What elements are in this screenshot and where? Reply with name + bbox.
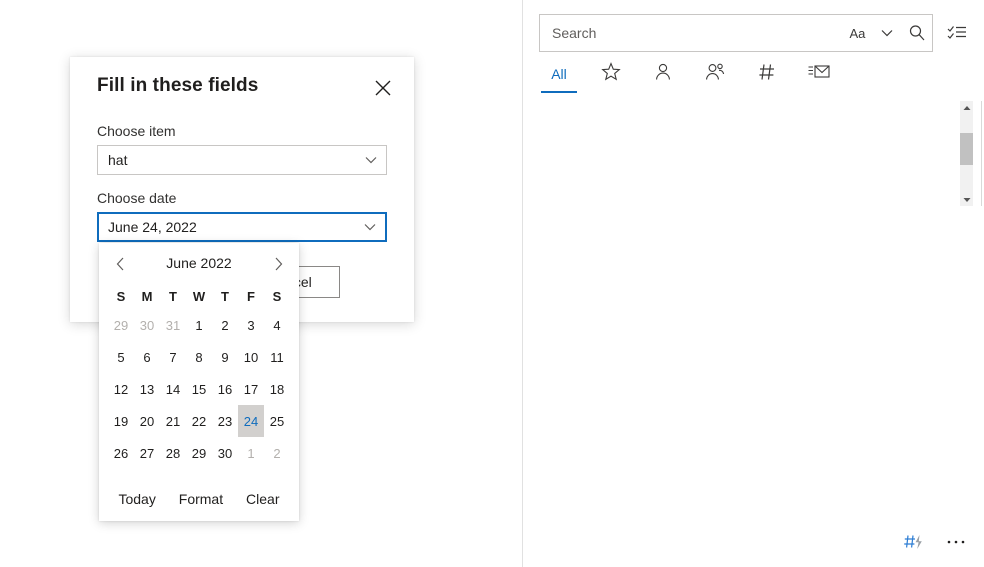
calendar-day[interactable]: 19 [108, 405, 134, 437]
calendar-day[interactable]: 31 [160, 309, 186, 341]
calendar-day-header: T [221, 288, 229, 304]
search-input[interactable] [540, 24, 843, 42]
search-row: Aa [539, 14, 971, 52]
tab-favorites[interactable] [591, 58, 631, 90]
choose-item-dropdown[interactable]: hat [97, 145, 387, 175]
calendar-day[interactable]: 13 [134, 373, 160, 405]
calendar-clear-button[interactable]: Clear [246, 491, 279, 507]
calendar-grid: S M T W T F S 29 30 31 1 2 3 4 5 6 7 8 9 10 11 12 13 14 15 16 17 18… [99, 283, 299, 469]
calendar-day-header: W [192, 288, 206, 304]
calendar-day[interactable]: 30 [212, 437, 238, 469]
calendar-day-header: S [272, 288, 282, 304]
choose-date-value: June 24, 2022 [108, 219, 197, 235]
calendar-day-header: T [169, 288, 177, 304]
calendar-day[interactable]: 14 [160, 373, 186, 405]
tab-mail[interactable] [799, 58, 839, 90]
tree-scrollbar[interactable] [960, 101, 973, 206]
calendar-day[interactable]: 26 [108, 437, 134, 469]
calendar-day[interactable]: 20 [134, 405, 160, 437]
person-icon [653, 62, 673, 87]
calendar-day[interactable]: 8 [186, 341, 212, 373]
calendar-day[interactable]: 9 [212, 341, 238, 373]
calendar-format-button[interactable]: Format [179, 491, 223, 507]
calendar-day[interactable]: 7 [160, 341, 186, 373]
chevron-down-icon[interactable] [872, 15, 902, 51]
calendar-day[interactable]: 2 [212, 309, 238, 341]
calendar-day[interactable]: 10 [238, 341, 264, 373]
calendar-day[interactable]: 1 [238, 437, 264, 469]
dialog-title: Fill in these fields [97, 75, 259, 96]
scrollbar-track-edge [981, 101, 982, 206]
calendar-day[interactable]: 30 [134, 309, 160, 341]
calendar-day[interactable]: 4 [264, 309, 290, 341]
templates-pane: Aa [523, 0, 984, 567]
scroll-down-arrow[interactable] [960, 193, 973, 206]
calendar-day[interactable]: 2 [264, 437, 290, 469]
calendar-day[interactable]: 29 [186, 437, 212, 469]
people-icon [704, 62, 726, 87]
calendar-day-header: S [116, 288, 126, 304]
bottom-bar-actions [900, 528, 970, 556]
hash-lightning-icon[interactable] [900, 528, 928, 556]
mail-reply-icon [807, 62, 831, 87]
calendar-day[interactable]: 17 [238, 373, 264, 405]
calendar-day[interactable]: 16 [212, 373, 238, 405]
search-box[interactable]: Aa [539, 14, 934, 52]
chevron-right-icon[interactable] [265, 251, 291, 277]
calendar-day[interactable]: 12 [108, 373, 134, 405]
chevron-down-icon [356, 156, 386, 164]
tab-personal[interactable] [643, 58, 683, 90]
calendar-day-selected[interactable]: 24 [238, 405, 264, 437]
scroll-thumb[interactable] [960, 133, 973, 165]
calendar-day[interactable]: 3 [238, 309, 264, 341]
tab-bar: All [539, 58, 971, 93]
calendar-day[interactable]: 29 [108, 309, 134, 341]
app-root: Fill in these fields Choose item hat Cho… [0, 0, 984, 567]
tab-shared[interactable] [695, 58, 735, 90]
calendar-day[interactable]: 27 [134, 437, 160, 469]
close-icon[interactable] [368, 73, 398, 103]
star-icon [601, 61, 621, 87]
calendar-day[interactable]: 18 [264, 373, 290, 405]
calendar-day[interactable]: 22 [186, 405, 212, 437]
chevron-down-icon [355, 223, 385, 231]
match-case-label: Aa [849, 25, 866, 41]
tab-all[interactable]: All [539, 58, 579, 93]
hash-icon [757, 62, 777, 87]
calendar-day[interactable]: 21 [160, 405, 186, 437]
calendar-footer: Today Format Clear [99, 477, 299, 521]
scroll-up-arrow[interactable] [960, 101, 973, 114]
match-case-icon[interactable]: Aa [842, 15, 872, 51]
calendar-day-header: F [247, 288, 255, 304]
calendar-header: June 2022 [99, 243, 299, 283]
search-icon[interactable] [902, 15, 932, 51]
calendar-day[interactable]: 25 [264, 405, 290, 437]
date-picker-calendar: June 2022 S M T W T F S 29 30 31 1 2 3 4 5 6 7 8 9 10 11 12 13… [99, 243, 299, 521]
choose-date-dropdown[interactable]: June 24, 2022 [97, 212, 387, 242]
choose-item-label: Choose item [97, 123, 176, 139]
choose-date-label: Choose date [97, 190, 177, 206]
choose-item-value: hat [108, 152, 128, 168]
calendar-day[interactable]: 11 [264, 341, 290, 373]
more-horizontal-icon[interactable] [942, 528, 970, 556]
tab-all-label: All [551, 66, 567, 82]
tab-tags[interactable] [747, 58, 787, 90]
calendar-today-button[interactable]: Today [118, 491, 155, 507]
calendar-day[interactable]: 15 [186, 373, 212, 405]
checklist-icon[interactable] [943, 19, 971, 47]
calendar-day[interactable]: 5 [108, 341, 134, 373]
calendar-day[interactable]: 28 [160, 437, 186, 469]
calendar-day[interactable]: 6 [134, 341, 160, 373]
calendar-day[interactable]: 1 [186, 309, 212, 341]
calendar-day[interactable]: 23 [212, 405, 238, 437]
calendar-day-header: M [141, 288, 153, 304]
